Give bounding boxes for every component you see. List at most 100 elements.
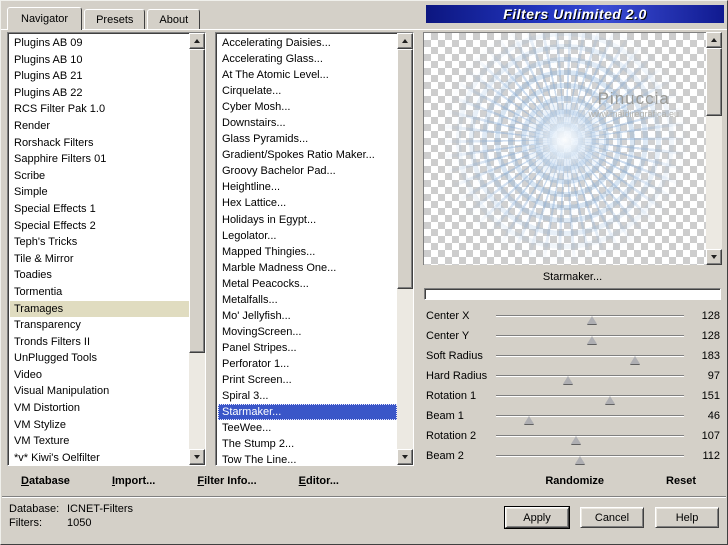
import-button[interactable]: Import... [112,475,155,487]
reset-button[interactable]: Reset [666,475,696,487]
param-slider[interactable] [494,426,690,445]
scroll-down-button[interactable] [397,449,413,465]
category-item[interactable]: Video [10,367,189,384]
tab-navigator[interactable]: Navigator [7,7,83,30]
category-item[interactable]: Render [10,118,189,135]
slider-track[interactable] [496,375,684,376]
filter-item[interactable]: Groovy Bachelor Pad... [218,163,397,179]
category-item[interactable]: Visual Manipulation [10,383,189,400]
category-item[interactable]: Toadies [10,267,189,284]
category-item[interactable]: VM Distortion [10,400,189,417]
filter-item[interactable]: At The Atomic Level... [218,67,397,83]
scroll-track[interactable] [706,48,722,249]
filter-item[interactable]: Downstairs... [218,115,397,131]
apply-button[interactable]: Apply [504,506,570,529]
param-slider[interactable] [494,406,690,425]
scroll-thumb[interactable] [706,48,722,117]
scroll-thumb[interactable] [397,49,413,289]
param-slider[interactable] [494,326,690,345]
category-item[interactable]: Scribe [10,168,189,185]
scroll-down-button[interactable] [189,449,205,465]
filter-item[interactable]: Starmaker... [218,404,397,421]
cancel-button[interactable]: Cancel [580,507,644,528]
filter-item[interactable]: Tow The Line... [218,452,397,465]
scroll-up-button[interactable] [706,32,722,48]
category-item[interactable]: Plugins AB 09 [10,35,189,52]
filter-item[interactable]: Legolator... [218,228,397,244]
category-item[interactable]: Tile & Mirror [10,251,189,268]
tab-presets[interactable]: Presets [84,9,146,29]
filter-item[interactable]: Hex Lattice... [218,195,397,211]
category-item[interactable]: Special Effects 2 [10,218,189,235]
slider-track[interactable] [496,395,684,396]
filter-item[interactable]: Gradient/Spokes Ratio Maker... [218,147,397,163]
slider-track[interactable] [496,355,684,356]
category-item[interactable]: Special Effects 1 [10,201,189,218]
category-item[interactable]: Tramages [10,300,189,318]
scroll-track[interactable] [189,49,205,449]
slider-track[interactable] [496,435,684,436]
filter-item[interactable]: Cyber Mosh... [218,99,397,115]
scroll-up-button[interactable] [189,33,205,49]
database-button[interactable]: Database [21,475,70,487]
param-slider[interactable] [494,366,690,385]
category-item[interactable]: Simple [10,184,189,201]
slider-thumb[interactable] [524,416,535,424]
scroll-track[interactable] [397,49,413,449]
category-item[interactable]: Tronds Filters II [10,334,189,351]
filter-scrollbar[interactable] [397,33,413,465]
scroll-thumb[interactable] [189,49,205,353]
filter-item[interactable]: Spiral 3... [218,388,397,404]
category-item[interactable]: Tormentia [10,284,189,301]
slider-thumb[interactable] [587,336,597,344]
slider-thumb[interactable] [604,396,615,404]
category-item[interactable]: Sapphire Filters 01 [10,151,189,168]
param-slider[interactable] [494,346,690,365]
filter-item[interactable]: The Stump 2... [218,436,397,452]
filter-item[interactable]: Mapped Thingies... [218,244,397,260]
slider-thumb[interactable] [575,456,586,464]
param-slider[interactable] [494,306,690,325]
filter-item[interactable]: Print Screen... [218,372,397,388]
tab-about[interactable]: About [147,9,201,29]
category-item[interactable]: VM Stylize [10,417,189,434]
filter-item[interactable]: Glass Pyramids... [218,131,397,147]
filter-item[interactable]: Marble Madness One... [218,260,397,276]
category-item[interactable]: RCS Filter Pak 1.0 [10,101,189,118]
filter-item[interactable]: Heightline... [218,179,397,195]
category-item[interactable]: Plugins AB 21 [10,68,189,85]
filter-item[interactable]: Accelerating Daisies... [218,35,397,51]
category-item[interactable]: Transparency [10,317,189,334]
filter-item[interactable]: Holidays in Egypt... [218,212,397,228]
preview-scrollbar[interactable] [706,32,722,265]
category-item[interactable]: Teph's Tricks [10,234,189,251]
category-item[interactable]: *v* Kiwi's Oelfilter [10,450,189,465]
filter-item[interactable]: Mo' Jellyfish... [218,308,397,324]
filter-item[interactable]: Accelerating Glass... [218,51,397,67]
slider-thumb[interactable] [587,316,597,324]
category-scrollbar[interactable] [189,33,205,465]
filter-item[interactable]: Panel Stripes... [218,340,397,356]
category-item[interactable]: Plugins AB 10 [10,52,189,69]
category-item[interactable]: Plugins AB 22 [10,85,189,102]
param-slider[interactable] [494,446,690,465]
randomize-button[interactable]: Randomize [545,475,604,487]
help-button[interactable]: Help [655,507,719,528]
filter-item[interactable]: Cirquelate... [218,83,397,99]
filter-item[interactable]: Metalfalls... [218,292,397,308]
filter-info-button[interactable]: Filter Info... [197,475,256,487]
filter-item[interactable]: TeeWee... [218,420,397,436]
slider-thumb[interactable] [630,356,641,364]
category-item[interactable]: Rorshack Filters [10,135,189,152]
editor-button[interactable]: Editor... [299,475,339,487]
filter-item[interactable]: Perforator 1... [218,356,397,372]
filter-item[interactable]: Metal Peacocks... [218,276,397,292]
slider-track[interactable] [496,455,684,456]
category-item[interactable]: VM Texture [10,433,189,450]
category-item[interactable]: UnPlugged Tools [10,350,189,367]
param-slider[interactable] [494,386,690,405]
filter-item[interactable]: MovingScreen... [218,324,397,340]
slider-thumb[interactable] [563,376,574,384]
scroll-down-button[interactable] [706,249,722,265]
slider-thumb[interactable] [571,436,582,444]
